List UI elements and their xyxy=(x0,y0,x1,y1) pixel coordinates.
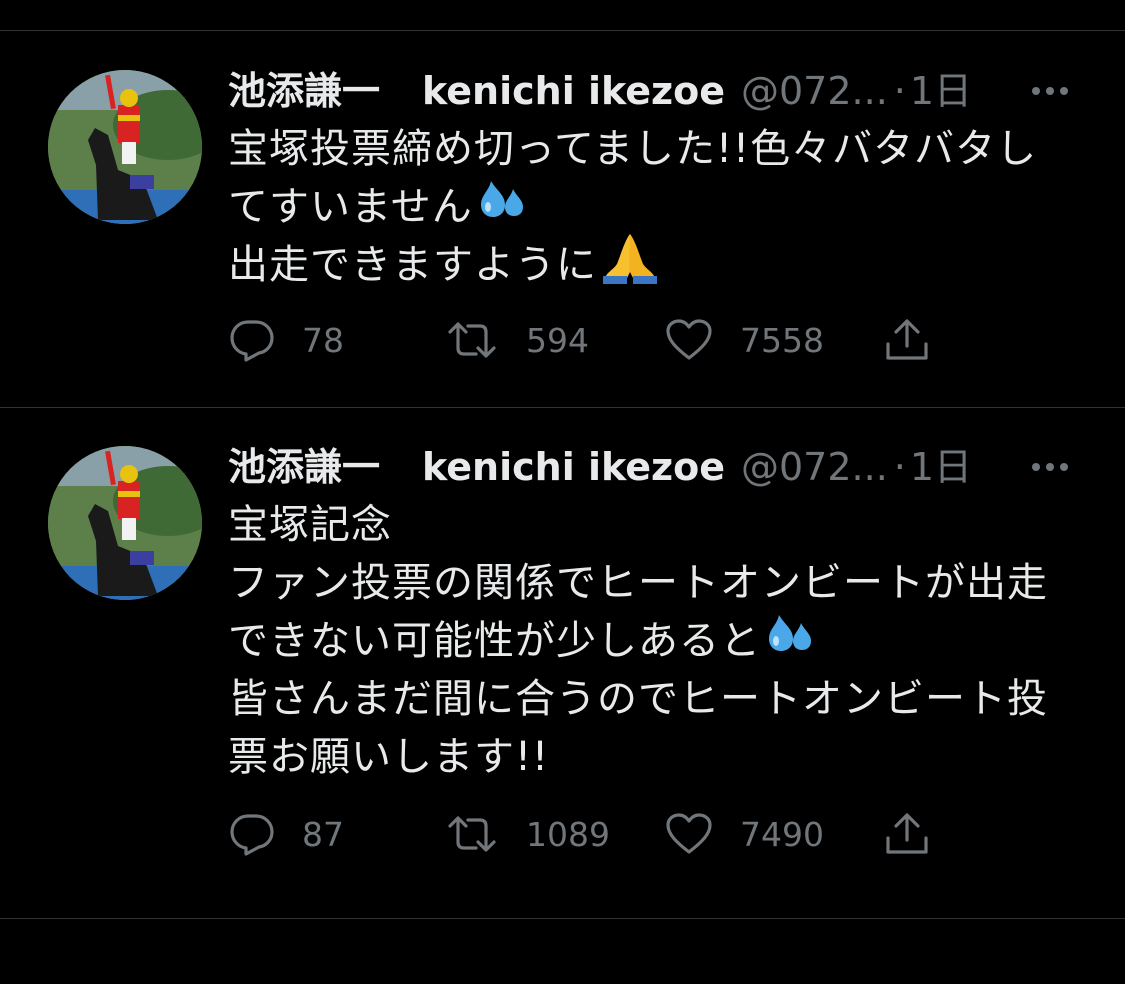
tweet-line: 宝塚投票締め切ってました!!色々バタバタし xyxy=(228,126,1038,172)
share-button[interactable] xyxy=(882,806,932,862)
timestamp[interactable]: 1日 xyxy=(910,66,972,116)
top-divider xyxy=(0,30,1125,31)
like-count: 7558 xyxy=(740,320,824,360)
reply-count: 87 xyxy=(302,814,344,854)
share-icon xyxy=(882,316,932,364)
tweet-actions: 78 594 7558 xyxy=(228,312,948,368)
heart-icon xyxy=(664,810,714,858)
tweet-line: ファン投票の関係でヒートオンビートが出走 xyxy=(228,560,1048,606)
tweet-line: 出走できますように xyxy=(228,234,1088,294)
tweet-header: 池添謙一 kenichi ikezoe @072... · 1日 xyxy=(228,442,1088,492)
handle[interactable]: @072... xyxy=(741,66,888,116)
retweet-icon xyxy=(444,810,500,858)
display-name-en[interactable]: kenichi ikezoe xyxy=(422,442,725,492)
timestamp[interactable]: 1日 xyxy=(910,442,972,492)
display-name[interactable]: 池添謙一 xyxy=(228,66,380,116)
like-button[interactable]: 7490 xyxy=(664,806,824,862)
reply-icon xyxy=(228,316,276,364)
tweet-line: できない可能性が少しあると xyxy=(228,612,1088,670)
heart-icon xyxy=(664,316,714,364)
more-icon[interactable] xyxy=(1028,66,1072,116)
tweet-text: 宝塚記念 ファン投票の関係でヒートオンビートが出走 できない可能性が少しあると … xyxy=(228,496,1088,786)
retweet-count: 594 xyxy=(526,320,589,360)
display-name-en[interactable]: kenichi ikezoe xyxy=(422,66,725,116)
tweet[interactable]: 池添謙一 kenichi ikezoe @072... · 1日 宝塚投票締め切… xyxy=(0,66,1125,406)
bottom-divider xyxy=(0,918,1125,919)
retweet-icon xyxy=(444,316,500,364)
reply-icon xyxy=(228,810,276,858)
avatar[interactable] xyxy=(48,446,202,600)
share-icon xyxy=(882,810,932,858)
sweat-droplets-icon xyxy=(765,609,815,673)
reply-button[interactable]: 78 xyxy=(228,312,344,368)
tweet-text: 宝塚投票締め切ってました!!色々バタバタし てすいません 出走できますように xyxy=(228,120,1088,294)
tweet-line: てすいません xyxy=(228,178,1088,236)
separator: · xyxy=(893,69,906,113)
reply-button[interactable]: 87 xyxy=(228,806,344,862)
retweet-button[interactable]: 1089 xyxy=(444,806,610,862)
tweet-header: 池添謙一 kenichi ikezoe @072... · 1日 xyxy=(228,66,1088,116)
tweet-divider xyxy=(0,407,1125,408)
retweet-count: 1089 xyxy=(526,814,610,854)
sweat-droplets-icon xyxy=(477,175,527,239)
folded-hands-icon xyxy=(601,230,659,300)
reply-count: 78 xyxy=(302,320,344,360)
more-icon[interactable] xyxy=(1028,442,1072,492)
tweet-actions: 87 1089 7490 xyxy=(228,806,948,862)
tweet-line: 票お願いします!! xyxy=(228,734,550,780)
separator: · xyxy=(893,445,906,489)
tweet-line: 皆さんまだ間に合うのでヒートオンビート投 xyxy=(228,676,1048,722)
display-name[interactable]: 池添謙一 xyxy=(228,442,380,492)
share-button[interactable] xyxy=(882,312,932,368)
tweet-line: 宝塚記念 xyxy=(228,502,392,548)
like-count: 7490 xyxy=(740,814,824,854)
tweet[interactable]: 池添謙一 kenichi ikezoe @072... · 1日 宝塚記念 ファ… xyxy=(0,442,1125,918)
avatar[interactable] xyxy=(48,70,202,224)
handle[interactable]: @072... xyxy=(741,442,888,492)
like-button[interactable]: 7558 xyxy=(664,312,824,368)
retweet-button[interactable]: 594 xyxy=(444,312,589,368)
